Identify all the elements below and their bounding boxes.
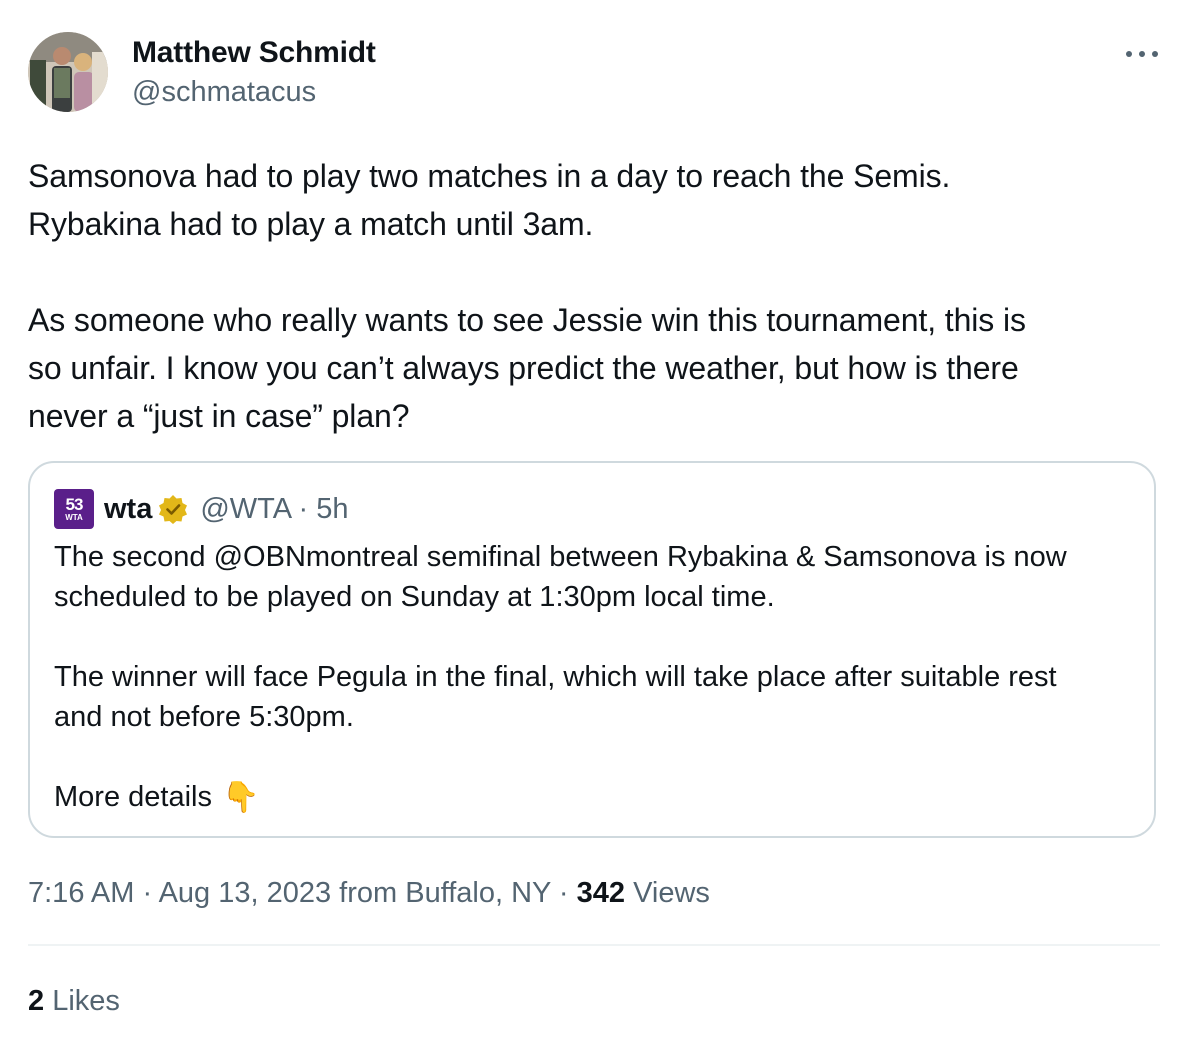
tweet-meta: 7:16 AM · Aug 13, 2023 from Buffalo, NY … [28,872,710,914]
tweet-text-line: Samsonova had to play two matches in a d… [28,158,951,194]
quoted-display-name[interactable]: wta [104,493,152,526]
tweet: Matthew Schmidt @schmatacus Samsonova ha… [28,0,1160,1045]
timestamp-location[interactable]: 7:16 AM · Aug 13, 2023 from Buffalo, NY … [28,877,577,909]
tweet-text-line: never a “just in case” plan? [28,398,410,434]
likes-count: 2 [28,985,45,1017]
ellipsis-icon [1152,51,1158,57]
ellipsis-icon [1139,51,1145,57]
avatar-photo-icon [28,32,108,112]
likes-link[interactable]: 2 Likes [28,980,120,1022]
quoted-text-line: The second @OBNmontreal semifinal betwee… [54,541,1067,573]
quoted-text-line: scheduled to be played on Sunday at 1:30… [54,581,775,613]
tweet-text-line: Rybakina had to play a match until 3am. [28,206,594,242]
quoted-tweet-text: The second @OBNmontreal semifinal betwee… [54,537,1134,818]
more-options-button[interactable] [1126,40,1158,68]
ellipsis-icon [1126,51,1132,57]
views-count: 342 [576,877,626,909]
wta-logo-number: 53 [65,495,84,514]
views-label: Views [625,877,710,909]
more-details-text: More details [54,781,212,813]
author-names: Matthew Schmidt @schmatacus [132,34,376,112]
divider [28,944,1160,946]
verified-badge-icon [159,495,188,524]
quoted-text-line: and not before 5:30pm. [54,701,354,733]
quoted-text-line: More details 👇 [54,777,1134,818]
quoted-text-line: The winner will face Pegula in the final… [54,661,1057,693]
author-handle[interactable]: @schmatacus [132,72,376,112]
wta-logo-text: WTA [65,513,83,522]
tweet-text-line: so unfair. I know you can’t always predi… [28,350,1019,386]
tweet-text: Samsonova had to play two matches in a d… [28,152,1160,440]
tweet-text-line: As someone who really wants to see Jessi… [28,302,1026,338]
quoted-tweet-header: 53 WTA wta @WTA · 5h [54,489,349,529]
display-name[interactable]: Matthew Schmidt [132,34,376,72]
quoted-handle-time: @WTA · 5h [200,492,349,525]
avatar[interactable] [28,32,108,112]
tweet-header: Matthew Schmidt @schmatacus [28,32,1160,114]
quoted-tweet[interactable]: 53 WTA wta @WTA · 5h The second @OBNmont… [28,461,1156,838]
likes-label: Likes [44,985,120,1017]
wta-logo-icon[interactable]: 53 WTA [54,489,94,529]
pointing-down-emoji-icon: 👇 [221,781,260,815]
